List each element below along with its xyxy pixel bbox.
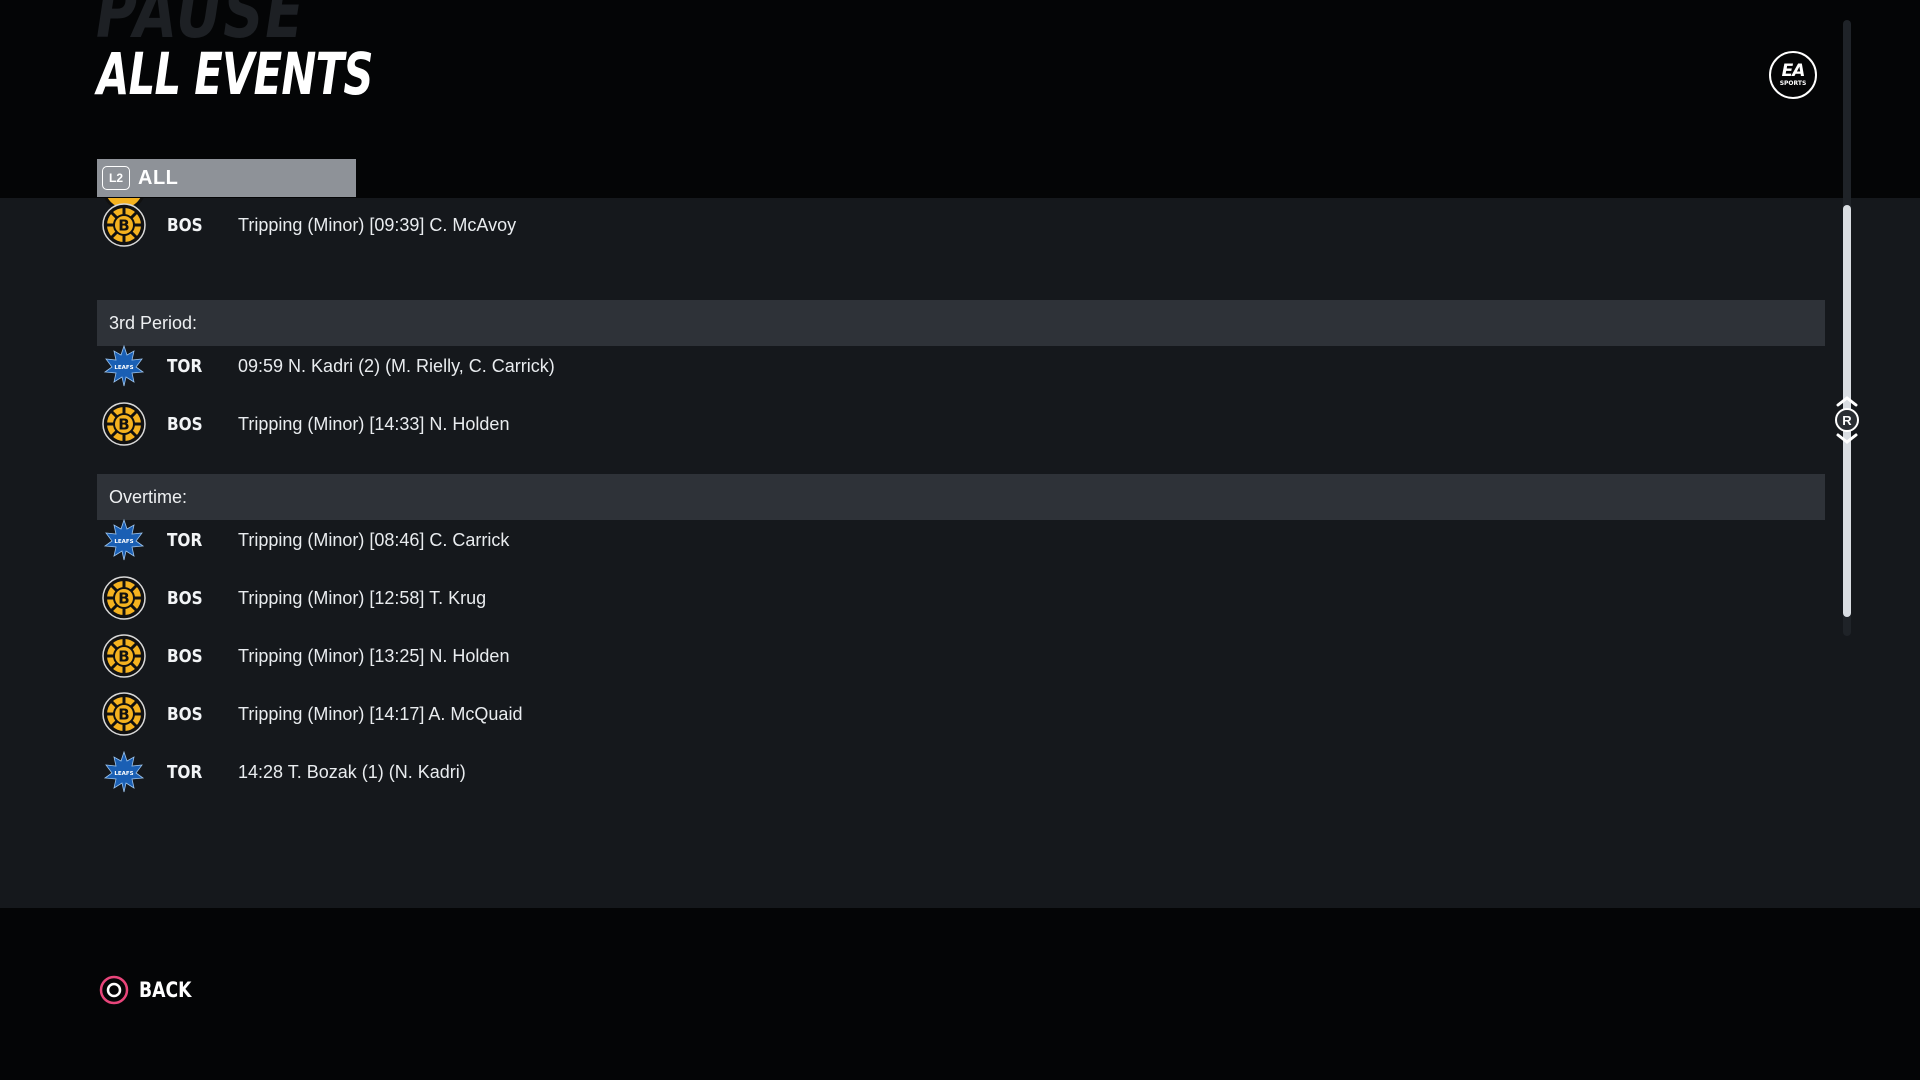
tab-all[interactable]: L2 ALL (97, 159, 356, 197)
svg-text:R: R (1842, 413, 1852, 428)
page-title: ALL EVENTS (97, 40, 373, 108)
right-stick-icon: R (1832, 395, 1862, 445)
ea-logo-text: EA (1781, 61, 1806, 81)
event-row[interactable]: B BOS Tripping (Minor) [09:39] C. McAvoy (97, 198, 1825, 252)
svg-text:LEAFS: LEAFS (114, 365, 133, 371)
team-abbreviation: BOS (167, 645, 203, 667)
team-abbreviation: TOR (167, 761, 203, 783)
svg-text:B: B (118, 648, 129, 666)
event-description: Tripping (Minor) [12:58] T. Krug (238, 587, 487, 608)
period-header-label: 3rd Period: (109, 312, 198, 333)
ea-sports-logo: EA SPORTS (1769, 51, 1817, 99)
event-description: Tripping (Minor) [09:39] C. McAvoy (238, 214, 517, 235)
event-description: Tripping (Minor) [14:17] A. McQuaid (238, 703, 523, 724)
event-description: Tripping (Minor) [13:25] N. Holden (238, 645, 510, 666)
bruins-logo-icon: B (101, 575, 147, 621)
team-abbreviation: BOS (167, 587, 203, 609)
event-row[interactable]: B BOS Tripping (Minor) [12:58] T. Krug (97, 571, 1825, 625)
event-row[interactable]: B BOS Tripping (Minor) [14:17] A. McQuaid (97, 687, 1825, 741)
ea-logo-subtext: SPORTS (1779, 80, 1807, 87)
circle-button-icon (99, 975, 129, 1005)
team-abbreviation: BOS (167, 703, 203, 725)
event-row[interactable]: LEAFS TOR 14:28 T. Bozak (1) (N. Kadri) (97, 745, 1825, 799)
svg-text:LEAFS: LEAFS (114, 539, 133, 545)
svg-text:B: B (118, 706, 129, 724)
svg-text:B: B (118, 416, 129, 434)
event-row[interactable]: LEAFS TOR Tripping (Minor) [08:46] C. Carr… (97, 513, 1825, 567)
tab-label: ALL (138, 166, 179, 189)
back-label: BACK (139, 978, 192, 1002)
event-description: Tripping (Minor) [08:46] C. Carrick (238, 529, 510, 550)
bruins-logo-icon: B (101, 401, 147, 447)
event-row[interactable]: B BOS Tripping (Minor) [13:25] N. Holden (97, 629, 1825, 683)
maple-leafs-logo-icon: LEAFS (101, 749, 147, 795)
event-description: 09:59 N. Kadri (2) (M. Rielly, C. Carric… (238, 355, 555, 376)
event-description: Tripping (Minor) [14:33] N. Holden (238, 413, 510, 434)
back-button[interactable]: BACK (99, 975, 203, 1005)
team-abbreviation: BOS (167, 214, 203, 236)
maple-leafs-logo-icon: LEAFS (101, 517, 147, 563)
svg-text:LEAFS: LEAFS (114, 771, 133, 777)
bruins-logo-icon: B (101, 691, 147, 737)
period-header-label: Overtime: (109, 486, 188, 507)
maple-leafs-logo-icon: LEAFS (101, 343, 147, 389)
event-row[interactable]: B BOS Tripping (Minor) [14:33] N. Holden (97, 397, 1825, 451)
team-abbreviation: TOR (167, 355, 203, 377)
events-panel: B BOS Tripping (Minor) [09:39] C. McAvoy 3r… (0, 198, 1920, 908)
svg-text:B: B (118, 590, 129, 608)
team-abbreviation: TOR (167, 529, 203, 551)
team-abbreviation: BOS (167, 413, 203, 435)
bruins-logo-icon: B (101, 202, 147, 248)
svg-text:B: B (118, 217, 129, 235)
event-description: 14:28 T. Bozak (1) (N. Kadri) (238, 761, 466, 782)
bruins-logo-icon: B (101, 633, 147, 679)
event-row[interactable]: LEAFS TOR 09:59 N. Kadri (2) (M. Rielly, C… (97, 339, 1825, 393)
l2-button-icon: L2 (102, 166, 130, 190)
